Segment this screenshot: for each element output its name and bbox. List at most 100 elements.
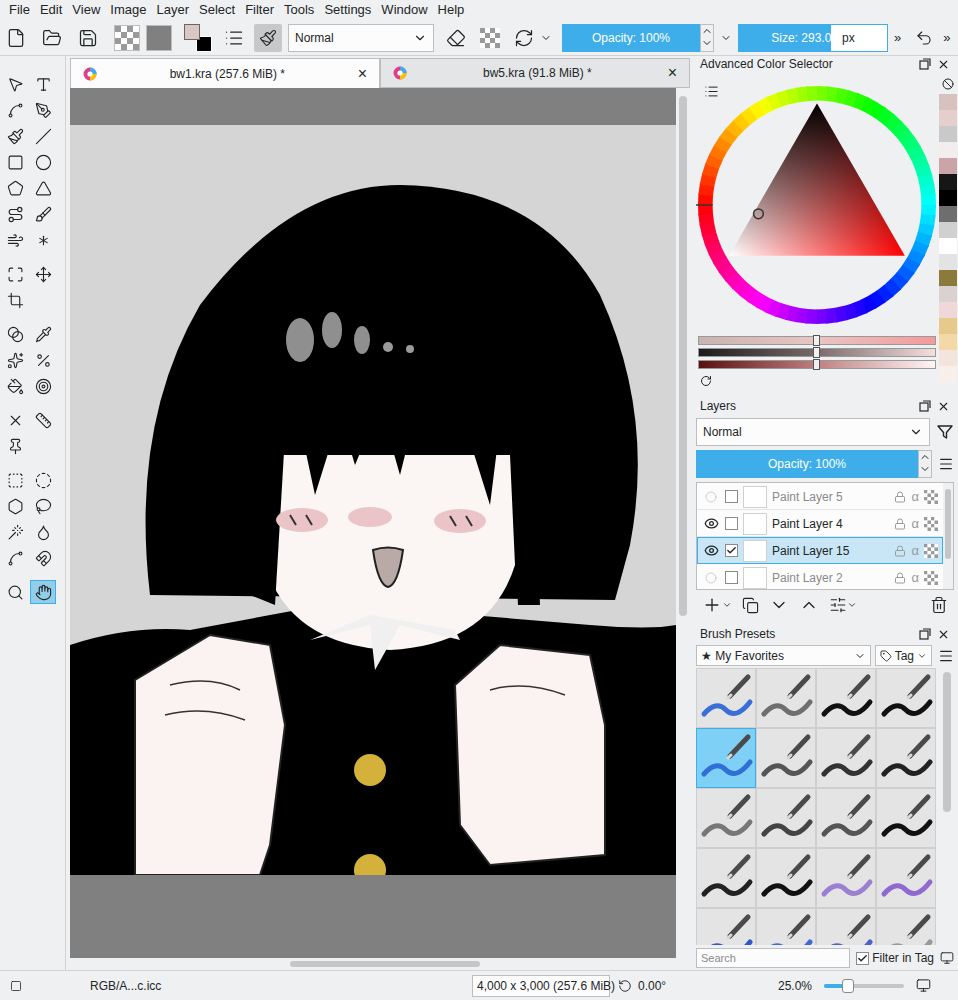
brush-preset[interactable]: [756, 668, 816, 728]
color-swatch[interactable]: [939, 334, 957, 350]
brush-preset[interactable]: [696, 848, 756, 908]
color-swatch[interactable]: [939, 286, 957, 302]
alpha-lock-button[interactable]: α: [911, 541, 919, 561]
tool-button[interactable]: [30, 98, 56, 122]
slider-handle[interactable]: [813, 347, 820, 358]
move-up-icon[interactable]: [799, 595, 819, 615]
size-slider[interactable]: Size: 293.07px: [738, 24, 888, 52]
tool-button[interactable]: [30, 228, 56, 252]
brush-preset[interactable]: [756, 908, 816, 945]
color-swatch[interactable]: [939, 174, 957, 190]
caret-icon[interactable]: [720, 32, 732, 44]
canvas[interactable]: [70, 88, 676, 958]
close-icon[interactable]: [937, 628, 950, 641]
scrollbar-thumb[interactable]: [290, 961, 480, 967]
menu-icon[interactable]: [938, 456, 954, 472]
layer-scrollbar[interactable]: [943, 483, 953, 589]
tool-button[interactable]: [30, 176, 56, 200]
tool-button[interactable]: [2, 124, 28, 148]
selection-icon[interactable]: [10, 980, 22, 992]
layer-row[interactable]: Paint Layer 5α: [697, 483, 943, 510]
blend-mode-dropdown[interactable]: Normal: [288, 24, 434, 52]
document-tab[interactable]: bw1.kra (257.6 MiB) *×: [70, 58, 380, 88]
tool-button[interactable]: [30, 202, 56, 226]
tool-button[interactable]: [2, 262, 28, 286]
color-swatch[interactable]: [939, 222, 957, 238]
spin-buttons[interactable]: [918, 450, 932, 478]
color-swatch[interactable]: [939, 94, 957, 110]
menu-item[interactable]: View: [67, 0, 105, 20]
scrollbar-thumb[interactable]: [945, 489, 951, 559]
close-icon[interactable]: [937, 400, 950, 413]
fit-view-icon[interactable]: [916, 978, 931, 993]
color-swatch[interactable]: [939, 206, 957, 222]
tool-button[interactable]: [2, 176, 28, 200]
brush-preset[interactable]: [876, 668, 936, 728]
tool-button[interactable]: [30, 468, 56, 492]
alpha-lock-button[interactable]: α: [911, 514, 919, 534]
color-swatch[interactable]: [939, 126, 957, 142]
up-icon[interactable]: [919, 451, 931, 463]
brush-preset[interactable]: [756, 788, 816, 848]
brush-preset[interactable]: [696, 668, 756, 728]
view-mode-icon[interactable]: [940, 951, 954, 965]
caret-icon[interactable]: [540, 32, 552, 44]
brush-settings-icon[interactable]: [224, 28, 244, 48]
slider-handle[interactable]: [813, 335, 820, 346]
brush-preset[interactable]: [696, 908, 756, 945]
visible-icon[interactable]: [704, 543, 719, 558]
horizontal-scrollbar[interactable]: [70, 958, 690, 970]
lock-icon[interactable]: [894, 545, 906, 557]
menu-item[interactable]: Image: [105, 0, 151, 20]
menu-item[interactable]: File: [4, 0, 35, 20]
color-swatch[interactable]: [939, 110, 957, 126]
brush-preset[interactable]: [756, 848, 816, 908]
lock-icon[interactable]: [894, 491, 906, 503]
tool-button[interactable]: [2, 546, 28, 570]
color-swatch[interactable]: [939, 302, 957, 318]
reload-icon[interactable]: [514, 28, 534, 48]
down-icon[interactable]: [701, 37, 713, 49]
vertical-scrollbar[interactable]: [676, 88, 690, 958]
tool-button[interactable]: [30, 494, 56, 518]
tool-button[interactable]: [2, 494, 28, 518]
float-icon[interactable]: [919, 58, 931, 70]
no-color-icon[interactable]: [942, 78, 954, 90]
add-layer-icon[interactable]: [702, 595, 722, 615]
slider-handle[interactable]: [813, 359, 820, 370]
tab-close-button[interactable]: ×: [358, 66, 367, 82]
lock-icon[interactable]: [894, 518, 906, 530]
tag-dropdown[interactable]: ★ My Favorites: [696, 645, 871, 666]
overflow-button[interactable]: »: [943, 28, 950, 48]
layer-checkbox[interactable]: [725, 544, 738, 557]
tab-close-button[interactable]: ×: [668, 65, 677, 81]
menu-icon[interactable]: [938, 648, 954, 664]
overflow-button[interactable]: »: [894, 28, 901, 48]
hidden-icon[interactable]: [705, 491, 717, 503]
menu-item[interactable]: Layer: [151, 0, 194, 20]
tag-button[interactable]: Tag: [875, 645, 932, 666]
undo-icon[interactable]: [915, 29, 933, 47]
lock-icon[interactable]: [894, 572, 906, 584]
tool-button[interactable]: [30, 262, 56, 286]
tool-button[interactable]: [2, 520, 28, 544]
brush-preset-button[interactable]: [254, 24, 282, 52]
tool-button[interactable]: [30, 124, 56, 148]
menu-item[interactable]: Edit: [35, 0, 67, 20]
down-icon[interactable]: [919, 463, 931, 475]
tool-button[interactable]: [2, 434, 28, 458]
tool-button[interactable]: [2, 580, 28, 604]
tool-button[interactable]: [30, 150, 56, 174]
color-swatch[interactable]: [939, 158, 957, 174]
tool-button[interactable]: [30, 348, 56, 372]
color-slider[interactable]: [698, 360, 936, 369]
color-wheel[interactable]: [695, 80, 939, 330]
brush-preset[interactable]: [816, 728, 876, 788]
image-size-field[interactable]: 4,000 x 3,000 (257.6 MiB): [472, 975, 610, 997]
spin-buttons[interactable]: [700, 24, 714, 52]
scrollbar-thumb[interactable]: [943, 672, 951, 812]
color-swatch[interactable]: [939, 190, 957, 206]
save-icon[interactable]: [78, 28, 98, 48]
brush-preset[interactable]: [876, 908, 936, 945]
new-document-icon[interactable]: [6, 28, 26, 48]
